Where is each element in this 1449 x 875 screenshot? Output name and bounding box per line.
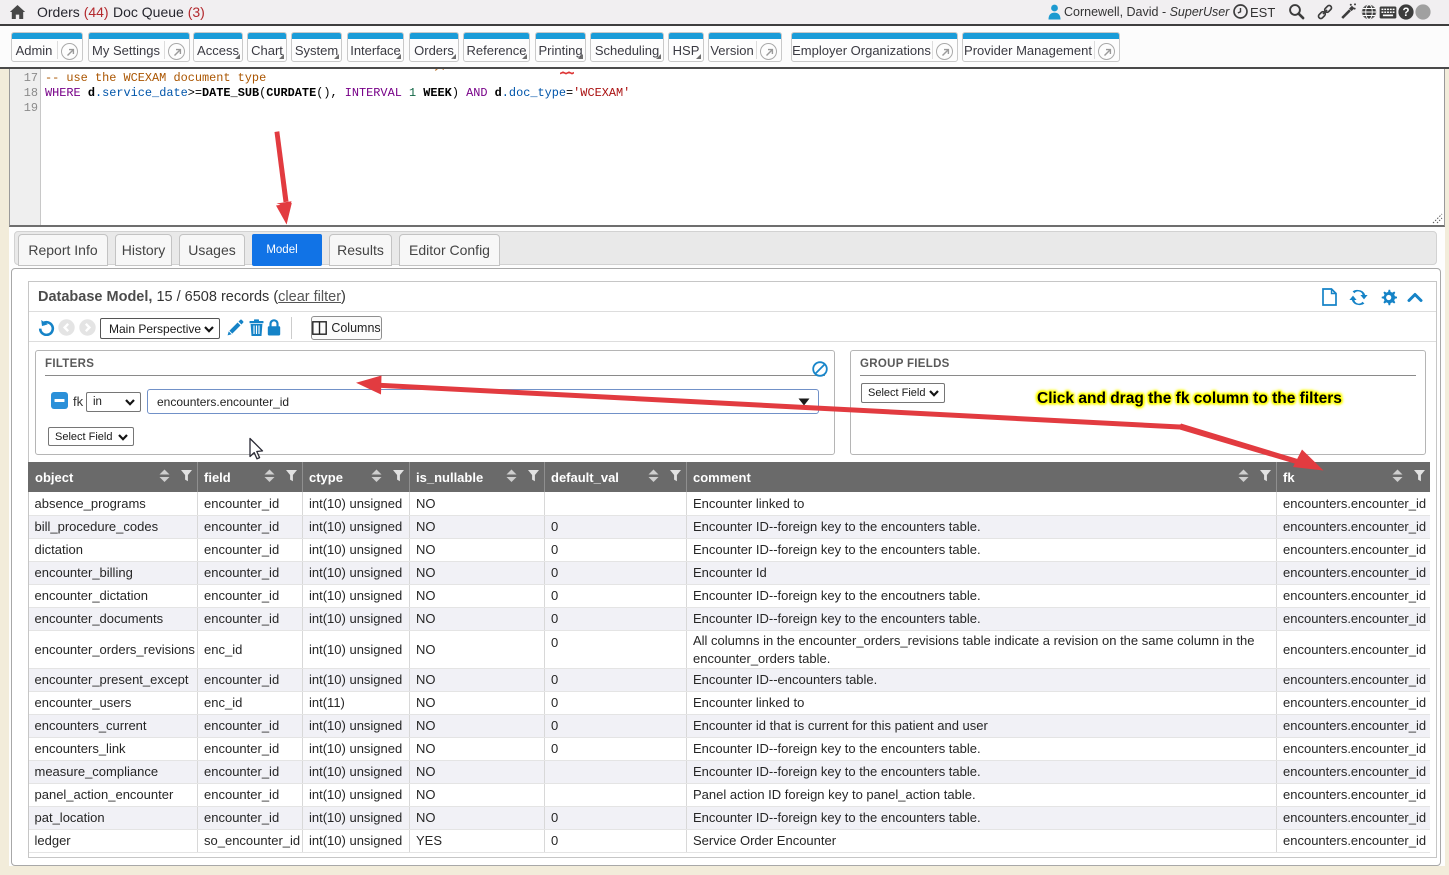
svg-text:?: ? [1402,7,1409,19]
